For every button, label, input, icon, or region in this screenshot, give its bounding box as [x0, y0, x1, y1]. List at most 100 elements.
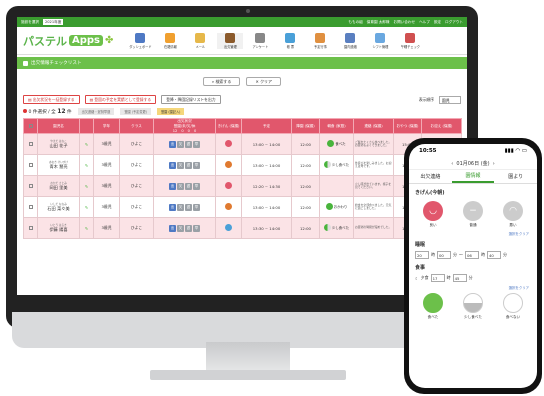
attend-button[interactable]: 出	[169, 203, 176, 211]
meal-status: おかわり	[325, 203, 347, 210]
status-count: 0	[181, 129, 184, 133]
absent-button[interactable]: 欠	[177, 224, 184, 232]
memo-cell: お昼寝の時間が短めでした。	[353, 217, 394, 239]
child-name[interactable]: あおき けいすけ 青木 慧亮	[37, 154, 80, 176]
late-button[interactable]: 遅	[185, 203, 192, 211]
early-button[interactable]: 早	[193, 224, 200, 232]
nav-item-9[interactable]: 午睡チェック	[397, 32, 423, 49]
pickup-cell: 12:00	[291, 217, 320, 239]
nav-item-0[interactable]: ダッシュボード	[127, 32, 153, 49]
edit-icon[interactable]: ✎	[85, 205, 88, 210]
nav-item-2[interactable]: メール	[187, 32, 213, 49]
early-button[interactable]: 早	[193, 161, 200, 169]
app-logo[interactable]: パステル Apps ✤	[23, 33, 113, 49]
sad-face-icon: ◠	[503, 201, 523, 221]
edit-icon[interactable]: ✎	[85, 184, 88, 189]
nav-item-3[interactable]: 出欠管理	[217, 32, 244, 49]
row-checkbox[interactable]	[28, 183, 33, 188]
bulk-plan-button[interactable]: ▤ 登園の予定を実績として登録する	[84, 95, 157, 104]
logout-link[interactable]: ログアウト	[445, 20, 463, 25]
clear-button[interactable]: ✕ クリア	[246, 77, 282, 86]
neutral-face-icon: −	[463, 201, 483, 221]
col-name[interactable]: 園児名	[37, 118, 80, 134]
row-checkbox[interactable]	[28, 204, 33, 209]
search-button[interactable]: ⌕ 検索する	[202, 77, 241, 86]
late-button[interactable]: 遅	[185, 140, 192, 148]
late-button[interactable]: 遅	[185, 224, 192, 232]
col-meal-home: 朝食 (家庭)	[319, 118, 354, 134]
attend-button[interactable]: 出	[169, 182, 176, 190]
settings-link[interactable]: 設定	[434, 20, 441, 25]
mood-normal[interactable]: − 普通	[463, 201, 483, 228]
table-row[interactable]: いとう はるき 伊藤 陽喜 ✎ 3歳児 ひよこ出欠遅早 13:30 ~ 14:00 12:0…	[23, 217, 462, 239]
child-name[interactable]: いとう はるき 伊藤 陽喜	[37, 217, 80, 239]
meal-some[interactable]: 少し食べた	[463, 293, 483, 320]
table-row[interactable]: やまだ はなこ 山田 花子 ✎ 3歳児 ひよこ出欠遅早 13:00 ~ 14:00 12:0…	[23, 133, 462, 155]
sleep-start-min[interactable]: 00	[437, 251, 451, 259]
mood-good[interactable]: ◡ 良い	[423, 201, 443, 228]
absent-button[interactable]: 欠	[177, 182, 184, 190]
staff-name: 保育園 太郎様	[366, 19, 390, 24]
attend-button[interactable]: 出	[169, 161, 176, 169]
attend-button[interactable]: 出	[169, 140, 176, 148]
row-checkbox[interactable]	[28, 141, 33, 146]
bulk-attend-button[interactable]: ▤ 出欠状況を一括登録する	[23, 95, 80, 104]
phone-time: 10:55	[419, 148, 437, 154]
tab-school-info[interactable]: 園情報	[451, 170, 495, 183]
print-list-button[interactable]: 登降・降園記録リストを出力	[161, 95, 221, 104]
absent-button[interactable]: 欠	[177, 203, 184, 211]
nav-icon	[195, 32, 206, 43]
tab-attendance[interactable]: 出欠連絡	[409, 170, 452, 183]
edit-icon[interactable]: ✎	[85, 226, 88, 231]
nav-item-6[interactable]: 予定行事	[307, 32, 333, 49]
nav-icon	[165, 32, 176, 43]
nav-item-5[interactable]: 帳 票	[277, 32, 303, 49]
help-link[interactable]: ヘルプ	[419, 20, 430, 25]
checklist-icon	[23, 60, 28, 66]
child-name[interactable]: いしだ ななみ 石田 菜々美	[37, 196, 80, 218]
absent-button[interactable]: 欠	[177, 140, 184, 148]
nav-item-1[interactable]: 在籍情報	[157, 32, 183, 49]
child-name[interactable]: やまだ はなこ 山田 花子	[37, 133, 80, 155]
late-button[interactable]: 遅	[185, 161, 192, 169]
edit-icon[interactable]: ✎	[85, 142, 88, 147]
attend-button[interactable]: 出	[169, 224, 176, 232]
contact-link[interactable]: お問い合わせ	[394, 20, 416, 25]
early-button[interactable]: 早	[193, 140, 200, 148]
sleep-end-hour[interactable]: 06	[465, 251, 479, 259]
nav-item-8[interactable]: シフト管理	[367, 32, 393, 49]
select-all-checkbox[interactable]	[28, 123, 33, 128]
row-checkbox[interactable]	[28, 225, 33, 230]
late-button[interactable]: 遅	[185, 182, 192, 190]
tab-from-school[interactable]: 園より	[494, 170, 537, 183]
table-row[interactable]: いしだ ななみ 石田 菜々美 ✎ 3歳児 ひよこ出欠遅早 13:00 ~ 14:00 12:…	[23, 196, 462, 218]
meal-none[interactable]: 食べない	[503, 293, 523, 320]
table-row[interactable]: おかだ さとみ 岡田 里美 ✎ 3歳児 ひよこ出欠遅早 12:20 ~ 14:30 12:0…	[23, 175, 462, 197]
nav-item-4[interactable]: アンケート	[247, 32, 273, 49]
col-status: 出欠状況 登園/未/欠/休 12 0 0 0	[153, 118, 216, 134]
display-order-select[interactable]: 園児	[439, 95, 461, 104]
early-button[interactable]: 早	[193, 182, 200, 190]
child-name[interactable]: おかだ さとみ 岡田 里美	[37, 175, 80, 197]
meal-hour[interactable]: 17	[430, 274, 445, 282]
phone-date-nav[interactable]: ‹ 01月06日 (金) ›	[409, 158, 537, 170]
nav-item-7[interactable]: 園内連絡	[337, 32, 363, 49]
page-title-bar: 出欠情報チェックリスト	[17, 57, 467, 69]
meal-ate[interactable]: 食べた	[423, 293, 443, 320]
table-row[interactable]: あおき けいすけ 青木 慧亮 ✎ 3歳児 ひよこ出欠遅早 13:00 ~ 14:00 12:…	[23, 154, 462, 176]
meal-icon	[325, 203, 333, 210]
row-checkbox[interactable]	[28, 162, 33, 167]
pickup-cell: 12:00	[291, 133, 320, 155]
clear-meal-link[interactable]: 選択をクリア	[409, 282, 537, 290]
absent-button[interactable]: 欠	[177, 161, 184, 169]
facility-select[interactable]: 2021年度	[42, 19, 64, 25]
sleep-start-hour[interactable]: 20	[415, 251, 429, 259]
meal-min[interactable]: 45	[452, 274, 467, 282]
sleep-end-min[interactable]: 40	[487, 251, 501, 259]
early-button[interactable]: 早	[193, 203, 200, 211]
mood-bad[interactable]: ◠ 悪い	[503, 201, 523, 228]
col-memo: 連絡 (保護)	[353, 118, 394, 134]
edit-icon[interactable]: ✎	[85, 163, 88, 168]
clear-mood-link[interactable]: 選択をクリア	[409, 228, 537, 236]
nav-icon	[315, 32, 326, 43]
